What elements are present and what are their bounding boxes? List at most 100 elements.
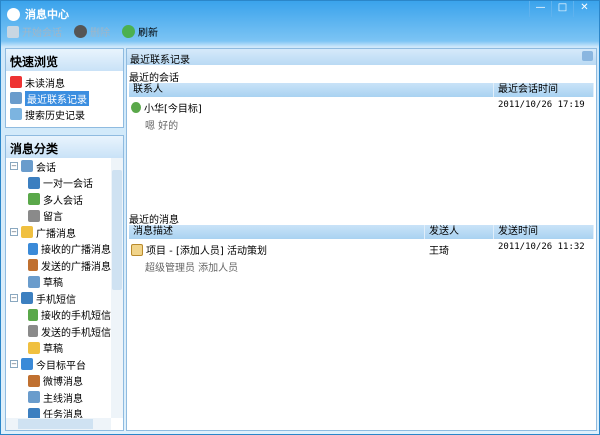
col-sender[interactable]: 发送人 [425, 225, 494, 239]
collapse-icon[interactable]: − [10, 228, 18, 237]
task-icon [28, 407, 40, 418]
tree-node[interactable]: 主线消息 [6, 389, 111, 406]
tree-node[interactable]: 发送的广播消息 [6, 257, 111, 274]
tree-node-label: 广播消息 [36, 228, 76, 240]
refresh-label: 刷新 [138, 28, 158, 39]
mainline-icon [28, 391, 40, 404]
quick-browse-panel: 快速浏览 未读消息 最近联系记录 搜索历史记录 [5, 48, 124, 128]
message-sub: 超级管理员 添加人员 [145, 263, 239, 274]
conversations-title: 最近的会话 [129, 73, 179, 84]
quick-item-search[interactable]: 搜索历史记录 [6, 106, 123, 122]
platform-icon [21, 358, 33, 371]
tree-node[interactable]: − 手机短信 [6, 290, 111, 307]
sms-in-icon [28, 308, 38, 321]
tree-node-label: 留言 [43, 212, 63, 224]
tree-node-label: 草稿 [43, 344, 63, 356]
search-icon [10, 108, 22, 120]
tree-node-label: 发送的广播消息 [41, 261, 111, 273]
messages-title: 最近的消息 [129, 215, 179, 226]
start-chat-button[interactable]: 开始会话 [7, 24, 62, 39]
col-contact[interactable]: 联系人 [129, 83, 494, 97]
tree-node[interactable]: 微博消息 [6, 373, 111, 390]
tree-node-label: 微博消息 [43, 377, 83, 389]
sms-out-icon [28, 325, 38, 338]
tree-node[interactable]: 任务消息 [6, 406, 111, 418]
phone-icon [21, 292, 33, 305]
weibo-icon [28, 374, 40, 387]
main-title: 最近联系记录 [130, 55, 190, 66]
tree-node[interactable]: − 会话 [6, 158, 111, 175]
tree-node-label: 今目标平台 [36, 360, 86, 372]
category-tree: − 会话一对一会话多人会话留言 − 广播消息接收的广播消息 发送的广播消息 草稿 − 手机短信… [6, 158, 111, 418]
tree-node-label: 手机短信 [36, 294, 76, 306]
broadcast-icon [21, 226, 33, 239]
tree-node[interactable]: − 今目标平台 [6, 356, 111, 373]
quick-item-unread[interactable]: 未读消息 [6, 74, 123, 90]
collapse-icon[interactable]: − [10, 294, 18, 303]
delete-label: 删除 [90, 28, 110, 39]
col-description[interactable]: 消息描述 [129, 225, 425, 239]
conversation-row[interactable]: 小华[今目标] 嗯 好的 2011/10/26 17:19 [129, 97, 594, 132]
tree-node-label: 草稿 [43, 278, 63, 290]
tree-node[interactable]: 草稿 [6, 340, 111, 357]
category-panel: 消息分类 − 会话 一对一会话 多人会话 留言 − 广播消息 接收的广播消息 发送的广播消息 草稿… [5, 135, 124, 431]
broadcast-out-icon [28, 259, 38, 272]
quick-item-recent[interactable]: 最近联系记录 [6, 90, 123, 106]
tree-node-label: 主线消息 [43, 393, 83, 405]
messages-header: 消息描述 发送人 发送时间 [129, 225, 594, 239]
tree-node[interactable]: 多人会话 [6, 191, 111, 208]
collapse-icon[interactable]: − [10, 360, 18, 369]
conversations-header: 联系人 最近会话时间 [129, 83, 594, 97]
user-icon [28, 176, 40, 189]
quick-item-label: 未读消息 [25, 78, 65, 90]
message-sender: 王琦 [429, 246, 449, 257]
tree-node[interactable]: 接收的手机短信 [6, 307, 111, 324]
quick-browse-title: 快速浏览 [6, 49, 123, 71]
tree-node-label: 任务消息 [43, 410, 83, 418]
message-desc: 项目 - [添加人员] 活动策划 [146, 246, 267, 257]
message-row[interactable]: 项目 - [添加人员] 活动策划 超级管理员 添加人员 王琦 2011/10/2… [129, 239, 594, 274]
tree-node[interactable]: 一对一会话 [6, 175, 111, 192]
minimize-button[interactable]: — [529, 1, 551, 17]
chat-bubble-icon [7, 7, 20, 21]
panel-options-icon[interactable] [582, 51, 593, 61]
quick-item-label: 搜索历史记录 [25, 110, 85, 122]
draft-icon [28, 275, 40, 288]
title-bar: 消息中心 [7, 6, 69, 22]
message-center-window: 消息中心 — □ ✕ 开始会话 删除 刷新 快速浏览 未读消息 最近联系记录 搜… [0, 0, 600, 435]
delete-button[interactable]: 删除 [74, 24, 110, 39]
tree-node-label: 会话 [36, 162, 56, 174]
note-icon [28, 209, 40, 222]
contact-avatar-icon [131, 102, 141, 113]
window-title: 消息中心 [25, 8, 69, 21]
quick-item-label: 最近联系记录 [25, 90, 89, 106]
tree-node-label: 多人会话 [43, 195, 83, 207]
tree-node[interactable]: 发送的手机短信 [6, 323, 111, 340]
tree-node-label: 接收的广播消息 [41, 245, 111, 257]
conversation-preview: 嗯 好的 [145, 121, 179, 132]
delete-icon [74, 25, 87, 38]
recent-icon [10, 92, 22, 104]
tree-node[interactable]: 留言 [6, 208, 111, 225]
col-send-time[interactable]: 发送时间 [494, 225, 594, 239]
maximize-button[interactable]: □ [551, 1, 573, 17]
col-last-time[interactable]: 最近会话时间 [494, 83, 594, 97]
conversation-time: 2011/10/26 17:19 [498, 100, 585, 110]
start-chat-icon [7, 25, 19, 38]
tree-node[interactable]: − 广播消息 [6, 224, 111, 241]
tree-node-label: 发送的手机短信 [41, 327, 111, 339]
message-time: 2011/10/26 11:32 [498, 242, 585, 252]
collapse-icon[interactable]: − [10, 162, 18, 171]
refresh-icon [122, 25, 135, 38]
unread-icon [10, 76, 22, 88]
tree-node[interactable]: 接收的广播消息 [6, 241, 111, 258]
tree-vertical-scrollbar[interactable] [111, 158, 123, 418]
close-button[interactable]: ✕ [573, 1, 595, 17]
start-chat-label: 开始会话 [22, 28, 62, 39]
tree-horizontal-scrollbar[interactable] [6, 418, 111, 430]
chat-icon [21, 160, 33, 173]
tree-node-label: 一对一会话 [43, 179, 93, 191]
refresh-button[interactable]: 刷新 [122, 24, 158, 39]
broadcast-in-icon [28, 242, 38, 255]
tree-node[interactable]: 草稿 [6, 274, 111, 291]
